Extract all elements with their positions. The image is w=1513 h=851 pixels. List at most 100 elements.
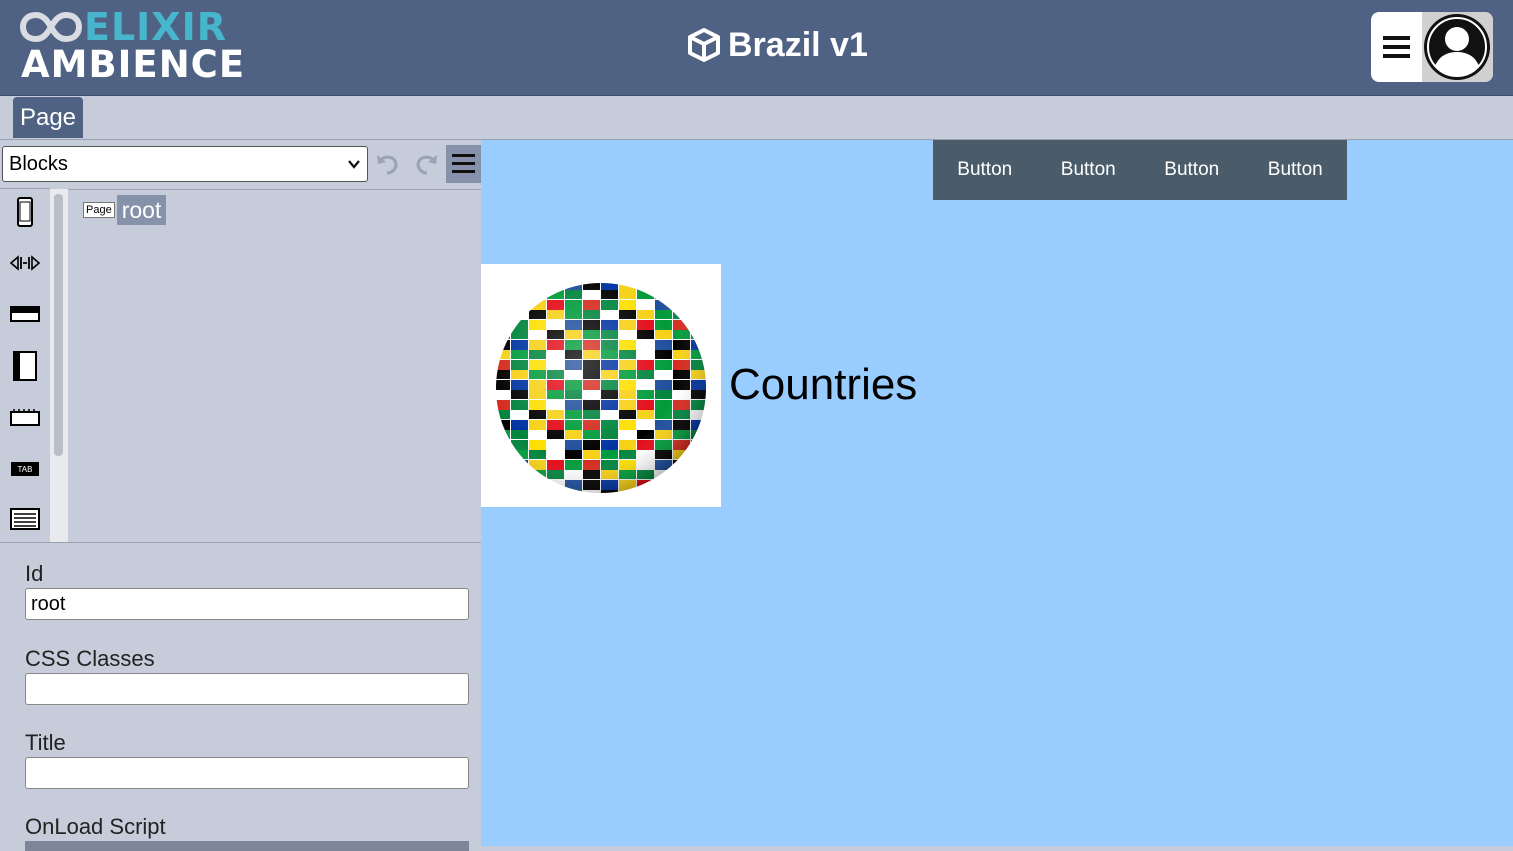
flag-tile — [619, 490, 636, 493]
app-title-text: Brazil v1 — [728, 25, 868, 64]
flag-tile — [511, 290, 528, 299]
flag-tile — [496, 290, 510, 299]
flag-tile — [691, 310, 706, 319]
flag-globe-icon — [496, 283, 706, 493]
flag-tile — [691, 480, 706, 490]
flag-tile — [691, 490, 706, 493]
flag-tile — [673, 290, 690, 299]
title-field[interactable] — [25, 757, 469, 789]
logo-text-bottom: AMBIENCE — [21, 43, 246, 86]
flag-tile — [511, 283, 528, 290]
title-label: Title — [25, 730, 66, 755]
elixir-ambience-logo[interactable]: ELIXIR AMBIENCE — [20, 5, 244, 86]
canvas-nav-bar: Button Button Button Button — [933, 140, 1347, 200]
nav-button-4[interactable]: Button — [1264, 159, 1327, 181]
block-tree: Page root — [68, 189, 481, 543]
tree-node-root[interactable]: Page root — [83, 195, 167, 225]
flag-tile — [496, 470, 510, 479]
hamburger-menu-icon[interactable] — [1383, 34, 1411, 60]
flag-tile — [496, 490, 510, 493]
flag-tile — [691, 450, 706, 459]
flag-tile — [529, 290, 546, 299]
flag-tile — [496, 440, 510, 450]
id-field[interactable]: root — [25, 588, 469, 620]
css-classes-field[interactable] — [25, 673, 469, 705]
flag-tile — [529, 490, 546, 493]
flag-tile — [655, 283, 672, 290]
tab-block-icon[interactable]: TAB — [10, 461, 40, 477]
toolbox-scrollbar[interactable] — [50, 189, 68, 542]
properties-panel: Id root CSS Classes Title OnLoad Script — [0, 542, 481, 851]
flag-tile — [691, 470, 706, 479]
css-classes-label: CSS Classes — [25, 646, 155, 671]
header-block-icon[interactable] — [10, 305, 40, 323]
id-label: Id — [25, 561, 44, 586]
scrollbar-thumb[interactable] — [54, 194, 63, 456]
hamburger-icon — [452, 154, 475, 173]
flag-tile — [637, 283, 654, 290]
flag-tile — [673, 300, 690, 310]
flag-tile — [511, 480, 528, 490]
flag-tile — [565, 490, 582, 493]
flag-tile — [496, 300, 510, 310]
flag-tile — [496, 450, 510, 459]
flag-tile — [673, 470, 690, 479]
flag-tile — [511, 300, 528, 310]
flag-tile — [496, 330, 510, 339]
logo-text-top: ELIXIR — [84, 5, 228, 49]
flag-tile — [529, 283, 546, 290]
nav-button-3[interactable]: Button — [1160, 159, 1223, 181]
flag-tile — [637, 490, 654, 493]
blocks-dropdown-value: Blocks — [9, 153, 68, 175]
flag-tile — [673, 283, 690, 290]
tab-page[interactable]: Page — [13, 97, 83, 138]
list-block-icon[interactable] — [10, 507, 40, 531]
tab-bar: Page — [0, 96, 1513, 140]
block-toolbox: TAB — [0, 188, 50, 543]
design-canvas[interactable]: Button Button Button Button Countries — [481, 140, 1513, 846]
nav-button-1[interactable]: Button — [953, 159, 1016, 181]
page-chip: Page — [83, 202, 115, 218]
phone-icon[interactable] — [10, 197, 40, 227]
undo-icon[interactable] — [374, 151, 400, 177]
resize-horizontal-icon[interactable] — [10, 251, 40, 275]
app-header: ELIXIR AMBIENCE Brazil v1 — [0, 0, 1513, 96]
flag-tile — [691, 320, 706, 330]
countries-heading: Countries — [729, 360, 918, 409]
user-menu[interactable] — [1371, 12, 1493, 82]
tab-tool-text: TAB — [18, 465, 33, 474]
user-avatar-icon — [1424, 14, 1490, 80]
flag-tile — [673, 480, 690, 490]
avatar[interactable] — [1422, 12, 1493, 82]
flag-tile — [655, 490, 672, 493]
flag-tile — [691, 440, 706, 450]
blocks-dropdown[interactable]: Blocks — [2, 146, 368, 182]
flag-tile — [511, 460, 528, 470]
onload-script-label: OnLoad Script — [25, 814, 166, 839]
sidebar-block-icon[interactable] — [10, 351, 40, 381]
app-title: Brazil v1 — [686, 25, 868, 65]
redo-icon[interactable] — [414, 151, 440, 177]
flag-globe-image[interactable] — [481, 264, 721, 507]
tree-node-label[interactable]: root — [116, 195, 167, 225]
flag-tile — [496, 460, 510, 470]
flag-tile — [691, 300, 706, 310]
flag-tile — [691, 283, 706, 290]
flag-tile — [673, 490, 690, 493]
panel-menu-button[interactable] — [446, 145, 481, 183]
flag-tile — [496, 310, 510, 319]
flag-tile — [496, 480, 510, 490]
flag-tile — [691, 330, 706, 339]
infinity-icon — [20, 11, 82, 43]
flag-tile — [655, 290, 672, 299]
flag-tile — [496, 320, 510, 330]
chevron-down-icon — [348, 160, 360, 169]
onload-script-editor[interactable] — [25, 841, 469, 851]
flag-tile — [511, 470, 528, 479]
flag-tile — [547, 490, 564, 493]
panel-block-icon[interactable] — [10, 409, 40, 427]
nav-button-2[interactable]: Button — [1057, 159, 1120, 181]
flag-tile — [655, 480, 672, 490]
flag-tile — [691, 290, 706, 299]
flag-tile — [529, 480, 546, 490]
